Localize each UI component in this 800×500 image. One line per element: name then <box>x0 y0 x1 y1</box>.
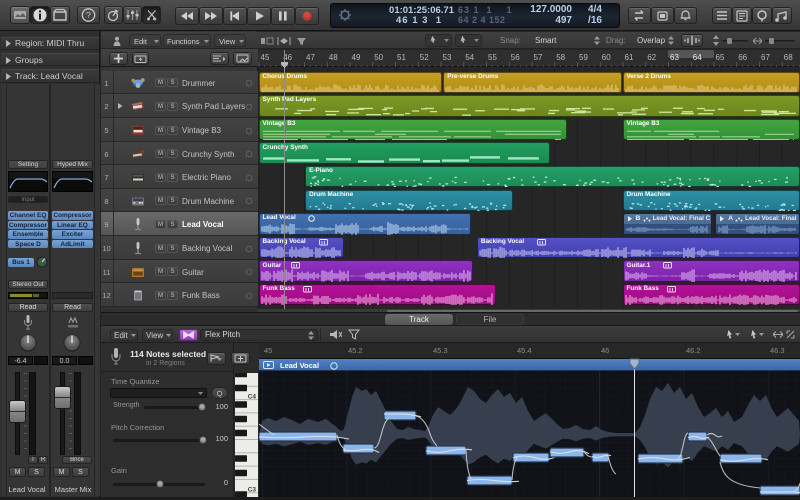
svg-text:?: ? <box>86 10 91 20</box>
svg-text:C4: C4 <box>247 393 256 400</box>
svg-text:C3: C3 <box>247 486 256 493</box>
